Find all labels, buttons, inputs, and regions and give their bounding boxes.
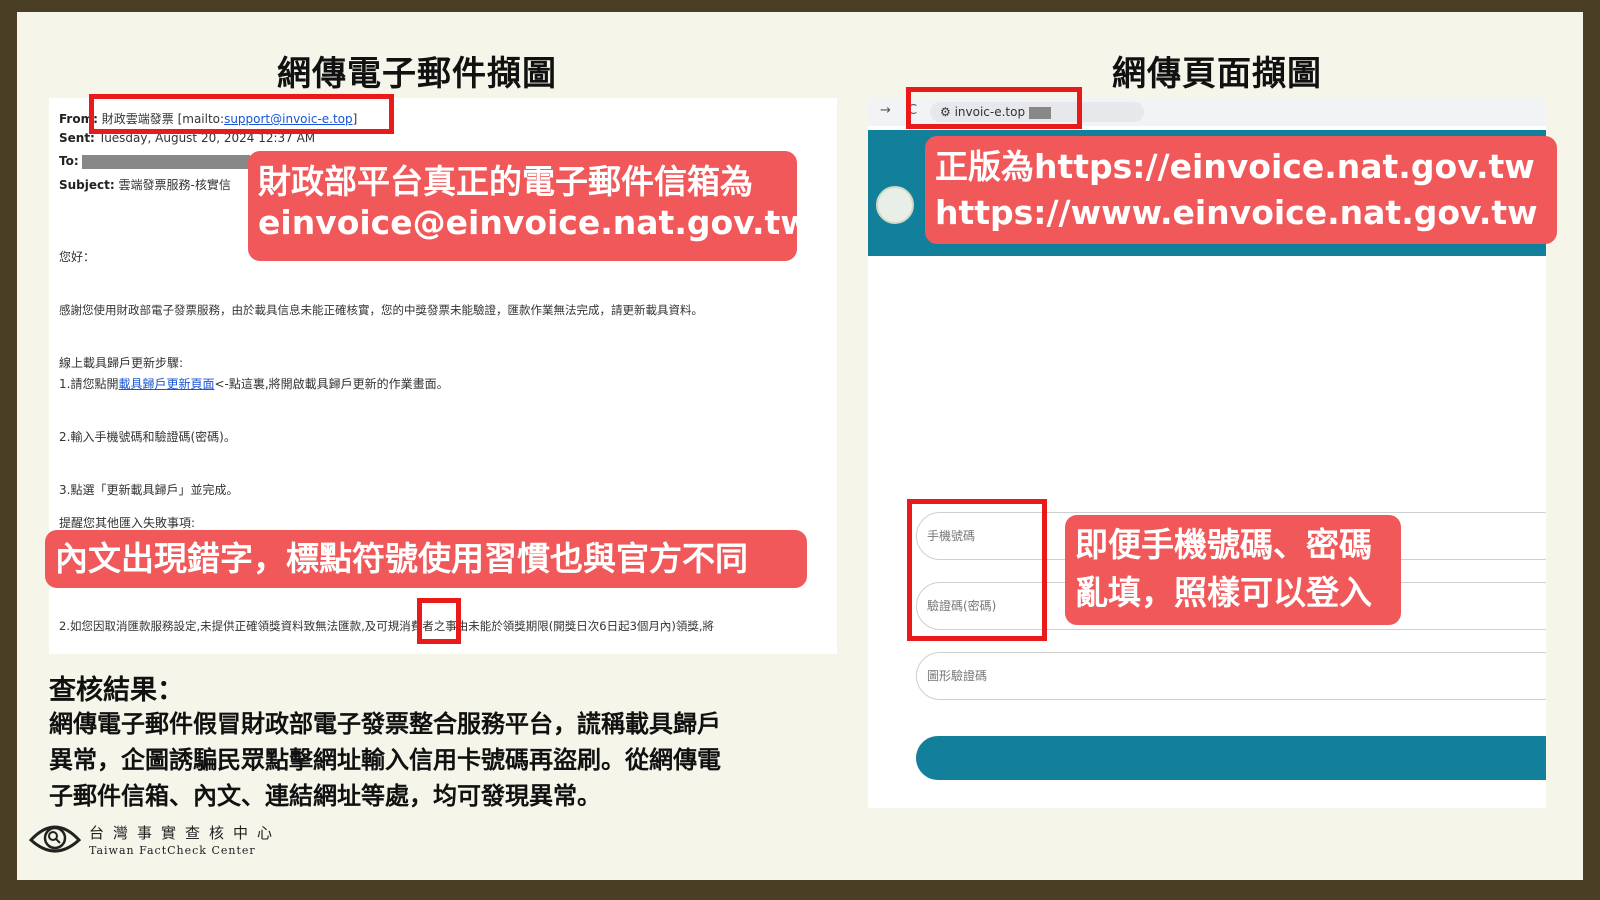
redacted-recipient [82,154,251,169]
login-fields-highlight [907,499,1047,641]
to-label: To: [59,154,79,168]
captcha-input[interactable]: 圖形驗證碼 [916,652,1546,700]
official-url-line2: https://www.einvoice.nat.gov.tw [935,193,1538,232]
email-item-2: 2.如您因取消匯款服務設定,未提供正確領獎資料致無法匯款,及可規消費者之事由未能… [59,619,715,633]
email-to-line: To: [59,154,251,169]
step1-prefix: 1.請您點開 [59,377,119,391]
email-step-1: 1.請您點開載具歸戶更新頁面<-點這裏,將開啟載具歸戶更新的作業畫面。 [59,375,449,392]
site-emblem-icon [876,186,914,224]
official-url-callout: 正版為https://einvoice.nat.gov.tw https://w… [925,136,1557,244]
sender-address-highlight [89,94,394,134]
result-title: 查核結果： [49,675,184,706]
real-email-callout-line2: einvoice@einvoice.nat.gov.tw [258,203,811,243]
result-body: 網傳電子郵件假冒財政部電子發票整合服務平台，謊稱載具歸戶 異常，企圖誘騙民眾點擊… [49,706,829,814]
email-steps-title: 線上載具歸戶更新步驟: [59,356,184,370]
phishing-link[interactable]: 載具歸戶更新頁面 [118,377,214,391]
typo-highlight [417,598,461,644]
real-email-callout-line1: 財政部平台真正的電子郵件信箱為 [258,162,753,201]
subject-text: 雲端發票服務-核實信 [118,178,231,192]
step1-suffix: <-點這裏,將開啟載具歸戶更新的作業畫面。 [214,377,449,391]
email-subject-line: Subject: 雲端發票服務-核實信 [59,176,231,193]
org-name-chinese: 台灣事實查核中心 [89,824,282,842]
login-callout-line2: 亂填，照樣可以登入 [1075,573,1372,612]
login-callout-line1: 即便手機號碼、密碼 [1075,525,1372,564]
login-button[interactable] [916,736,1546,780]
email-step-2: 2.輸入手機號碼和驗證碼(密碼)。 [59,430,236,444]
subject-label: Subject: [59,178,115,192]
org-name-english: Taiwan FactCheck Center [89,844,256,857]
forward-arrow-icon[interactable]: → [880,103,891,118]
eye-logo-icon [29,825,81,853]
real-email-callout: 財政部平台真正的電子郵件信箱為 einvoice@einvoice.nat.go… [248,151,811,261]
fake-url-highlight [906,87,1082,129]
result-line-1: 網傳電子郵件假冒財政部電子發票整合服務平台，謊稱載具歸戶 [49,710,721,738]
result-line-2: 異常，企圖誘騙民眾點擊網址輸入信用卡號碼再盜刷。從網傳電 [49,746,721,774]
email-paragraph: 感謝您使用財政部電子發票服務，由於載具信息未能正確核實，您的中獎發票未能驗證，匯… [59,303,703,317]
email-reminder: 提醒您其他匯入失敗事項: [59,516,196,530]
email-step-3: 3.點選「更新載具歸戶」並完成。 [59,483,239,497]
typo-callout: 內文出現錯字，標點符號使用習慣也與官方不同 [45,530,807,588]
email-screenshot-heading: 網傳電子郵件擷圖 [277,54,557,94]
email-greeting: 您好： [59,250,96,264]
login-anyway-callout: 即便手機號碼、密碼 亂填，照樣可以登入 [1065,515,1401,625]
official-url-line1: 正版為https://einvoice.nat.gov.tw [935,147,1535,186]
result-line-3: 子郵件信箱、內文、連結網址等處，均可發現異常。 [49,782,601,810]
infographic: 網傳電子郵件擷圖 網傳頁面擷圖 From: 財政雲端發票 [mailto:sup… [17,12,1583,880]
